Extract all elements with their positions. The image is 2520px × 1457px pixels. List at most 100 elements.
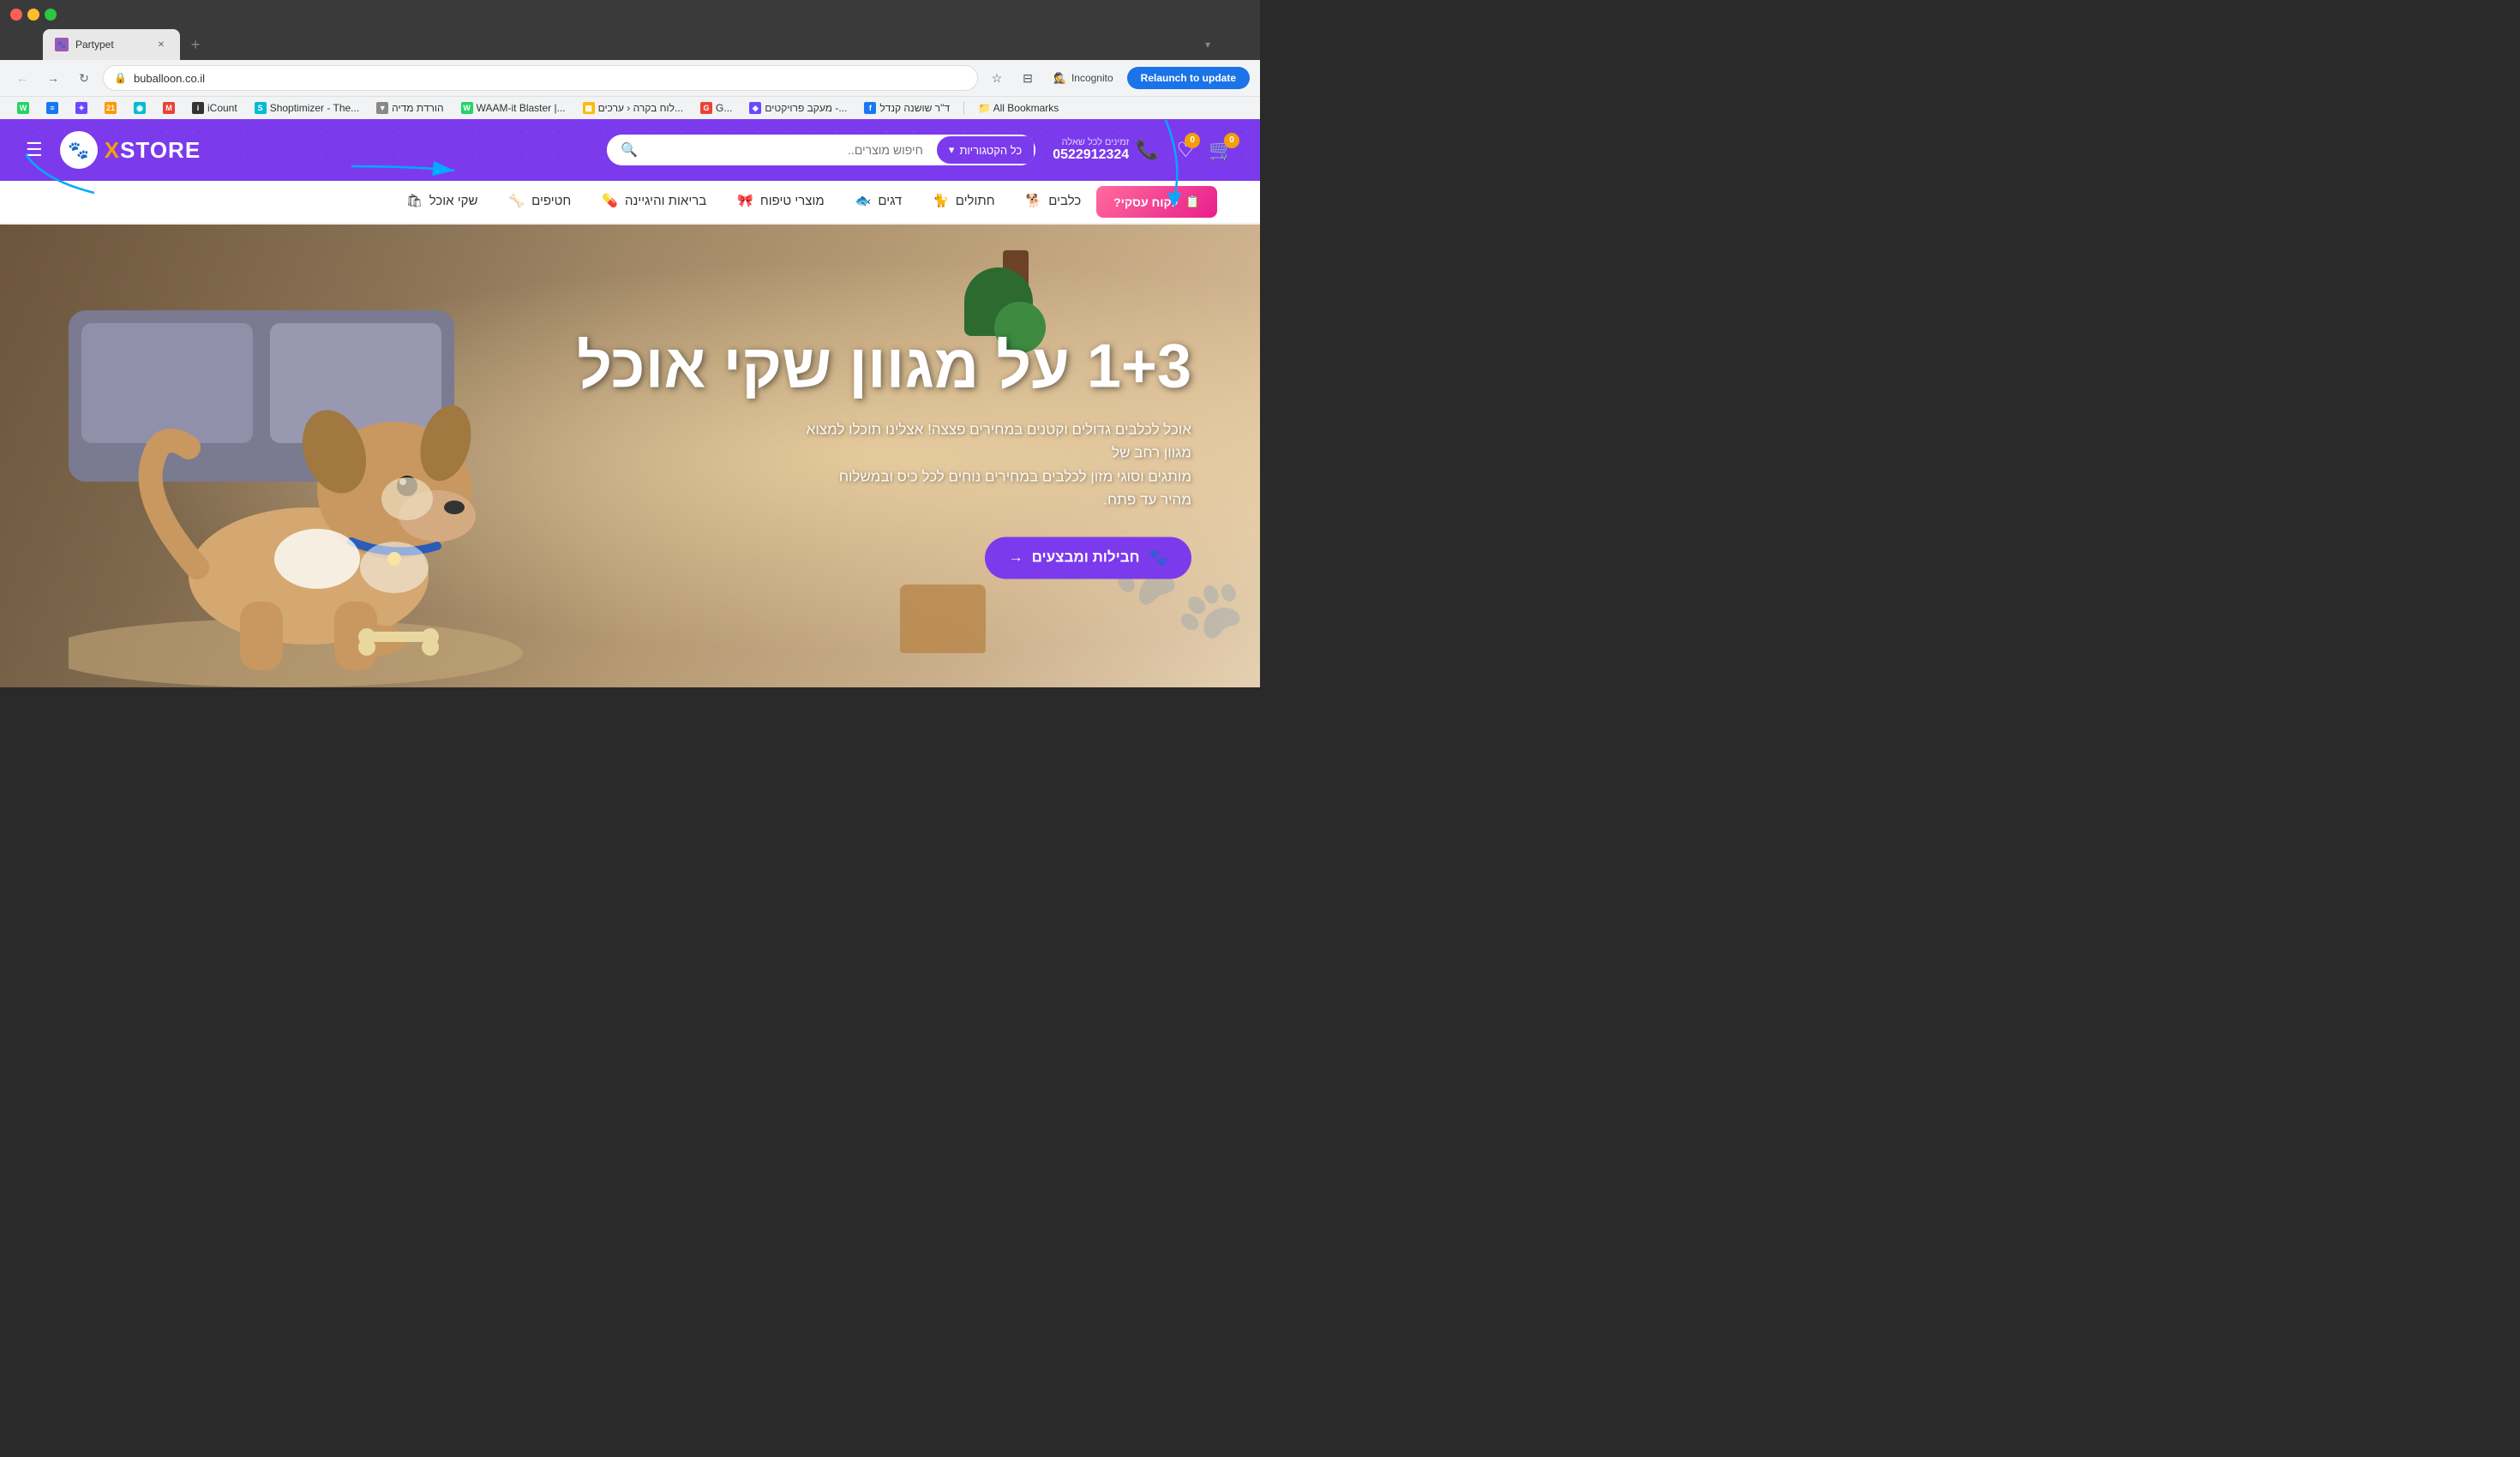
nav-item-snacks[interactable]: חטיפים 🦴 [493,181,586,223]
site-header: 🛒 0 ♡ 0 זמינים לכל שאלה 0522912324 📞 [0,119,1260,181]
split-view-button[interactable]: ⊟ [1016,66,1040,90]
phone-icon: 📞 [1136,139,1159,161]
cart-button[interactable]: 🛒 0 [1209,138,1234,163]
tab-title: Partypet [75,39,147,51]
bookmark-ext1[interactable]: ✦ [69,99,94,117]
chevron-down-icon: ▾ [949,143,955,157]
url-text: buballoon.co.il [134,72,967,85]
hordat-label: הורדת מדיה [392,102,443,114]
health-label: בריאות והיגיינה [625,194,706,208]
cta-arrow-icon: → [1009,549,1023,567]
bookmark-all[interactable]: 📁 All Bookmarks [971,99,1065,117]
tab-close-button[interactable]: ✕ [154,38,168,51]
facebook-label: ד"ר שושנה קנדל [879,102,950,114]
docs-favicon: ≡ [46,102,58,114]
hamburger-menu[interactable]: ☰ [26,139,43,161]
grooming-icon: 🎀 [737,193,753,208]
search-bar: כל הקטגוריות ▾ 🔍 [607,135,1035,165]
nav-item-cats[interactable]: חתולים 🐈 [917,181,1011,223]
bookmark-luach[interactable]: ▦ לוח בקרה ‹ ערכים... [576,99,690,117]
food-label: שקי אוכל [429,194,478,208]
lock-icon: 🔒 [114,72,127,84]
business-label: לקוח עסקי? [1113,195,1178,209]
bookmark-docs[interactable]: ≡ [39,99,65,117]
nav-item-food[interactable]: שקי אוכל 🛍 [391,181,494,223]
maakev-favicon: ◈ [749,102,761,114]
hordat-favicon: ▼ [376,102,388,114]
hero-subtitle: אוכל לכלבים גדולים וקטנים במחירים פצצה! … [806,418,1191,512]
cats-label: חתולים [956,194,995,208]
business-icon: 📋 [1185,195,1200,209]
phone-info: זמינים לכל שאלה 0522912324 [1053,137,1129,163]
ext1-favicon: ✦ [75,102,87,114]
search-input[interactable] [651,136,935,164]
maximize-window-button[interactable] [45,9,57,21]
forward-icon: → [47,71,59,85]
snacks-label: חטיפים [531,194,571,208]
address-bar[interactable]: 🔒 buballoon.co.il [103,65,978,91]
google-label: G... [716,102,732,114]
search-icon: 🔍 [621,143,638,158]
business-button[interactable]: 📋 לקוח עסקי? [1096,186,1217,218]
food-icon: 🛍 [406,193,423,208]
basket-decoration [900,585,986,653]
wishlist-button[interactable]: ♡ 0 [1177,138,1196,163]
wishlist-badge: 0 [1185,133,1200,148]
relaunch-button[interactable]: Relaunch to update [1127,67,1250,89]
bookmark-calendar[interactable]: 21 [98,99,123,117]
bookmark-icount[interactable]: i iCount [185,99,244,117]
bookmark-hordat[interactable]: ▼ הורדת מדיה [369,99,450,117]
bookmark-waam[interactable]: W WAAM-it Blaster |... [454,99,573,117]
header-icons: 🛒 0 ♡ 0 [1177,138,1234,163]
nav-item-grooming[interactable]: מוצרי טיפוח 🎀 [722,181,839,223]
dog-illustration [69,242,549,687]
hero-cta-button[interactable]: 🐾 חבילות ומבצעים → [985,537,1191,579]
site-logo[interactable]: XSTORE 🐾 [60,131,201,169]
cart-badge: 0 [1224,133,1239,148]
all-bookmarks-label: 📁 All Bookmarks [978,102,1059,114]
cats-icon: 🐈 [933,193,949,208]
bookmark-whatsapp[interactable]: W [10,99,36,117]
shoptimizer-label: Shoptimizer - The... [270,102,359,114]
nav-actions: ☆ ⊟ 🕵 Incognito Relaunch to update [985,66,1250,90]
nav-item-fish[interactable]: דגים 🐟 [840,181,917,223]
whatsapp-favicon: W [17,102,29,114]
bookmark-google[interactable]: G G... [693,99,739,117]
forward-button[interactable]: → [41,66,65,90]
bookmark-gmail[interactable]: M [156,99,182,117]
dogs-label: כלבים [1048,194,1081,208]
back-button[interactable]: ← [10,66,34,90]
icount-label: iCount [207,102,237,114]
minimize-window-button[interactable] [27,9,39,21]
back-icon: ← [16,71,28,85]
bookmarks-separator [963,101,964,115]
tab-expand-button[interactable]: ▾ [1198,29,1217,60]
nav-item-dogs[interactable]: כלבים 🐕 [1011,181,1097,223]
bookmark-facebook[interactable]: f ד"ר שושנה קנדל [857,99,957,117]
new-tab-button[interactable]: + [183,33,207,57]
close-window-button[interactable] [10,9,22,21]
snacks-icon: 🦴 [508,193,525,208]
fish-label: דגים [878,194,902,208]
header-phone: זמינים לכל שאלה 0522912324 📞 [1053,137,1159,163]
gmail-favicon: M [163,102,175,114]
incognito-indicator: 🕵 Incognito [1047,66,1120,90]
refresh-button[interactable]: ↻ [72,66,96,90]
star-button[interactable]: ☆ [985,66,1009,90]
ext2-favicon: ◉ [134,102,146,114]
tab-favicon: 🐾 [55,38,69,51]
search-button[interactable]: 🔍 [607,135,651,165]
search-category-select[interactable]: כל הקטגוריות ▾ [935,135,1035,165]
category-text: כל הקטגוריות [959,144,1022,157]
incognito-icon: 🕵 [1053,72,1066,84]
bookmark-shoptimizer[interactable]: S Shoptimizer - The... [248,99,366,117]
phone-number: 0522912324 [1053,147,1129,163]
bookmark-ext2[interactable]: ◉ [127,99,153,117]
facebook-favicon: f [864,102,876,114]
luach-label: לוח בקרה ‹ ערכים... [598,102,683,114]
bookmark-maakev[interactable]: ◈ מעקב פרויקטים -... [742,99,854,117]
active-tab[interactable]: 🐾 Partypet ✕ [43,29,180,60]
title-bar [0,0,1260,29]
nav-item-health[interactable]: בריאות והיגיינה 💊 [586,181,722,223]
hero-subtitle-line2: מותגים וסוגי מזון לכלבים במחירים נוחים ל… [839,468,1191,507]
